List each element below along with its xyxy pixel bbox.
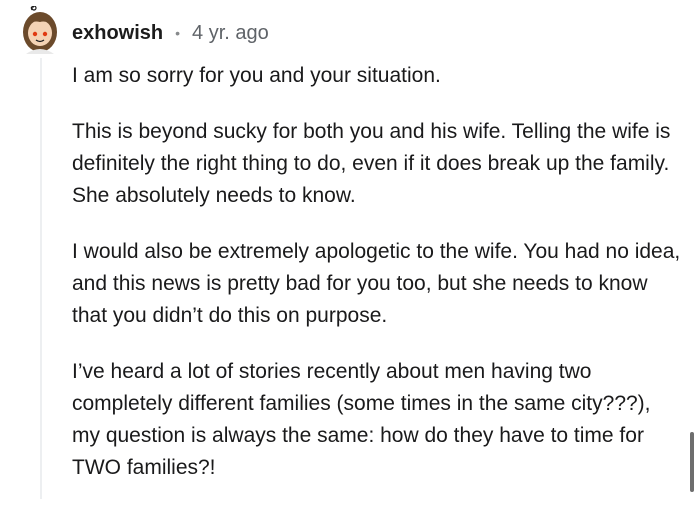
scrollbar[interactable] — [690, 432, 694, 492]
comment-paragraph: I am so sorry for you and your situation… — [72, 64, 441, 87]
comment-paragraph: I’ve heard a lot of stories recently abo… — [72, 360, 651, 479]
thread-line[interactable] — [40, 58, 42, 499]
comment-paragraph: I would also be extremely apologetic to … — [72, 240, 681, 327]
reddit-snoo-avatar-icon — [23, 5, 57, 54]
comment-header: exhowish • 4 yr. ago — [72, 20, 269, 46]
username-link[interactable]: exhowish — [72, 22, 163, 45]
timestamp[interactable]: 4 yr. ago — [192, 22, 269, 45]
avatar[interactable] — [20, 5, 60, 54]
meta-separator: • — [175, 25, 181, 41]
comment-body: I am so sorry for you and your situation… — [72, 60, 682, 508]
comment-paragraph: This is beyond sucky for both you and hi… — [72, 120, 671, 207]
